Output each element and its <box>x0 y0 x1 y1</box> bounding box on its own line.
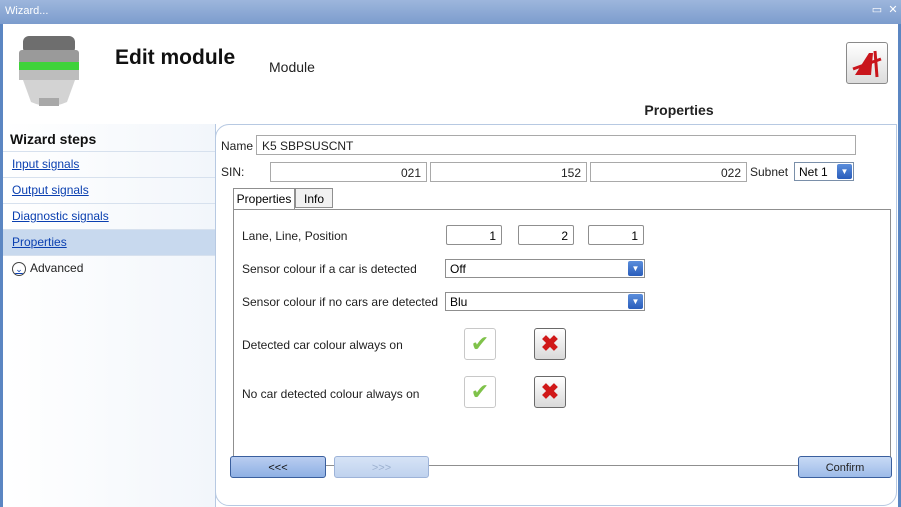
sin-label: SIN: <box>221 165 245 179</box>
page-title: Edit module <box>115 46 236 69</box>
chevron-down-icon[interactable]: ⌄ <box>12 261 26 276</box>
detected-colour-label: Sensor colour if a car is detected <box>242 262 417 276</box>
no-car-always-on-label: No car detected colour always on <box>242 387 420 401</box>
close-icon[interactable]: ✕ <box>886 3 900 17</box>
dropdown-arrow-icon[interactable]: ▼ <box>628 261 643 276</box>
subnet-label: Subnet <box>750 165 789 179</box>
no-car-colour-select[interactable]: Blu ▼ <box>445 292 645 311</box>
properties-tab-content: Lane, Line, Position 1 2 1 Sensor colour… <box>233 209 891 466</box>
next-button[interactable]: >>> <box>334 456 429 478</box>
sensor-module-icon <box>19 36 79 106</box>
window-title: Wizard... <box>5 5 49 17</box>
lane-input[interactable]: 1 <box>446 225 502 245</box>
sin-field-3[interactable]: 022 <box>590 162 747 182</box>
tab-properties-header[interactable]: Properties <box>526 96 832 122</box>
sidebar-item-properties[interactable]: Properties <box>3 229 215 255</box>
tab-info[interactable]: Info <box>295 188 333 208</box>
detected-colour-select[interactable]: Off ▼ <box>445 259 645 278</box>
name-input[interactable]: K5 SBPSUSCNT <box>256 135 856 155</box>
previous-button[interactable]: <<< <box>230 456 326 478</box>
properties-panel: Name K5 SBPSUSCNT SIN: 021 152 022 Subne… <box>215 124 897 506</box>
wizard-steps-sidebar: Wizard steps Input signals Output signal… <box>3 124 216 507</box>
dropdown-arrow-icon[interactable]: ▼ <box>837 164 852 179</box>
title-bar: Wizard... ▭ ✕ <box>0 0 901 24</box>
detected-always-on-label: Detected car colour always on <box>242 338 403 352</box>
sidebar-item-output-signals[interactable]: Output signals <box>3 177 215 203</box>
confirm-button[interactable]: Confirm <box>798 456 892 478</box>
page-subtitle: Module <box>269 59 315 75</box>
position-input[interactable]: 1 <box>588 225 644 245</box>
wizard-steps-title: Wizard steps <box>10 131 97 147</box>
checkmark-icon[interactable]: ✔ <box>464 328 496 360</box>
checkmark-icon[interactable]: ✔ <box>464 376 496 408</box>
dropdown-arrow-icon[interactable]: ▼ <box>628 294 643 309</box>
brand-logo <box>846 42 888 84</box>
sidebar-item-diagnostic-signals[interactable]: Diagnostic signals <box>3 203 215 229</box>
sidebar-item-advanced[interactable]: ⌄ Advanced <box>3 255 215 281</box>
line-input[interactable]: 2 <box>518 225 574 245</box>
wizard-content: Edit module Module Properties Wizard ste… <box>3 24 898 507</box>
lane-line-position-label: Lane, Line, Position <box>242 229 348 243</box>
cross-icon[interactable]: ✖ <box>534 328 566 360</box>
tab-properties[interactable]: Properties <box>233 188 295 210</box>
sin-field-1[interactable]: 021 <box>270 162 427 182</box>
subnet-select[interactable]: Net 1 ▼ <box>794 162 854 181</box>
sin-field-2[interactable]: 152 <box>430 162 587 182</box>
restore-icon[interactable]: ▭ <box>870 3 884 17</box>
cross-icon[interactable]: ✖ <box>534 376 566 408</box>
name-label: Name <box>221 139 254 153</box>
no-car-colour-label: Sensor colour if no cars are detected <box>242 295 439 309</box>
sidebar-item-input-signals[interactable]: Input signals <box>3 151 215 177</box>
